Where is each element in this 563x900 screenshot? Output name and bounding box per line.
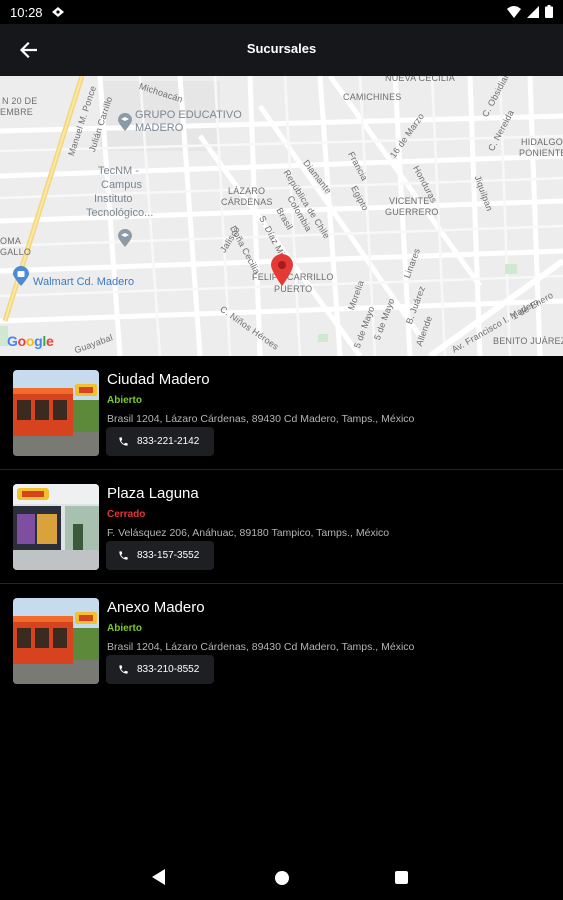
phone-number: 833-210-8552 bbox=[137, 664, 200, 675]
phone-icon bbox=[118, 664, 129, 675]
map-poi-label: TecNM - bbox=[98, 165, 139, 177]
map-street-label: HIDALGO bbox=[521, 137, 563, 147]
phone-icon bbox=[118, 436, 129, 447]
map-street-label: GALLO bbox=[0, 247, 32, 257]
nav-recents-icon[interactable] bbox=[395, 871, 408, 884]
map-street-label: LÁZARO bbox=[228, 186, 266, 196]
page-title: Sucursales bbox=[246, 41, 317, 56]
status-bar: 10:28 bbox=[0, 0, 563, 24]
wifi-icon bbox=[507, 5, 521, 23]
map-street-label: GUERRERO bbox=[385, 207, 439, 217]
map-poi-label: Tecnológico... bbox=[86, 207, 154, 219]
branch-item[interactable]: Anexo Madero Abierto Brasil 1204, Lázaro… bbox=[0, 584, 563, 698]
branches-map[interactable]: N 20 DE EMBRE Manuel M. Ponce Julián Car… bbox=[0, 76, 563, 356]
google-logo: Google bbox=[7, 333, 54, 349]
branch-address: Brasil 1204, Lázaro Cárdenas, 89430 Cd M… bbox=[107, 413, 415, 425]
map-street-label: VICENTE bbox=[389, 196, 430, 206]
status-badge: Cerrado bbox=[107, 509, 146, 520]
map-street-label: PONIENTE bbox=[519, 148, 563, 158]
call-button[interactable]: 833-210-8552 bbox=[106, 655, 214, 684]
map-poi-label: Walmart Cd. Madero bbox=[33, 276, 135, 288]
branch-name: Ciudad Madero bbox=[107, 371, 210, 388]
signal-icon bbox=[527, 5, 539, 23]
map-street-label: CÁRDENAS bbox=[221, 197, 273, 207]
map-poi-label: GRUPO EDUCATIVO bbox=[135, 109, 242, 121]
system-nav-bar bbox=[0, 856, 563, 900]
map-street-label: N 20 DE bbox=[2, 96, 38, 106]
school-icon bbox=[118, 113, 132, 136]
location-pin-icon[interactable] bbox=[271, 254, 293, 291]
branch-item[interactable]: Plaza Laguna Cerrado F. Velásquez 206, A… bbox=[0, 470, 563, 584]
status-badge: Abierto bbox=[107, 395, 142, 406]
map-street-label: BENITO JUÁREZ bbox=[493, 336, 563, 346]
call-button[interactable]: 833-221-2142 bbox=[106, 427, 214, 456]
nav-back-icon[interactable] bbox=[152, 869, 166, 890]
app-bar: Sucursales bbox=[0, 24, 563, 76]
nav-home-icon[interactable] bbox=[275, 871, 289, 885]
branch-name: Anexo Madero bbox=[107, 599, 205, 616]
branch-address: F. Velásquez 206, Anáhuac, 89180 Tampico… bbox=[107, 527, 390, 539]
phone-number: 833-221-2142 bbox=[137, 436, 200, 447]
map-poi-label: MADERO bbox=[135, 122, 184, 134]
notification-icon bbox=[51, 5, 65, 23]
branch-name: Plaza Laguna bbox=[107, 485, 199, 502]
phone-icon bbox=[118, 550, 129, 561]
battery-icon bbox=[545, 5, 553, 23]
phone-number: 833-157-3552 bbox=[137, 550, 200, 561]
map-poi-label: Instituto bbox=[94, 193, 133, 205]
status-icons bbox=[507, 5, 553, 23]
status-badge: Abierto bbox=[107, 623, 142, 634]
status-time: 10:28 bbox=[10, 5, 43, 20]
branch-photo bbox=[13, 484, 99, 570]
map-street-label: CAMICHINES bbox=[343, 92, 402, 102]
call-button[interactable]: 833-157-3552 bbox=[106, 541, 214, 570]
branch-address: Brasil 1204, Lázaro Cárdenas, 89430 Cd M… bbox=[107, 641, 415, 653]
branch-photo bbox=[13, 598, 99, 684]
shopping-icon bbox=[13, 266, 29, 291]
branch-item[interactable]: Ciudad Madero Abierto Brasil 1204, Lázar… bbox=[0, 356, 563, 470]
map-street-label: NUEVA CECILIA bbox=[385, 76, 455, 83]
school-icon bbox=[118, 229, 132, 252]
map-street-label: EMBRE bbox=[0, 107, 34, 117]
map-poi-label: Campus bbox=[101, 179, 142, 191]
branch-photo bbox=[13, 370, 99, 456]
map-street-label: OMA bbox=[0, 236, 22, 246]
